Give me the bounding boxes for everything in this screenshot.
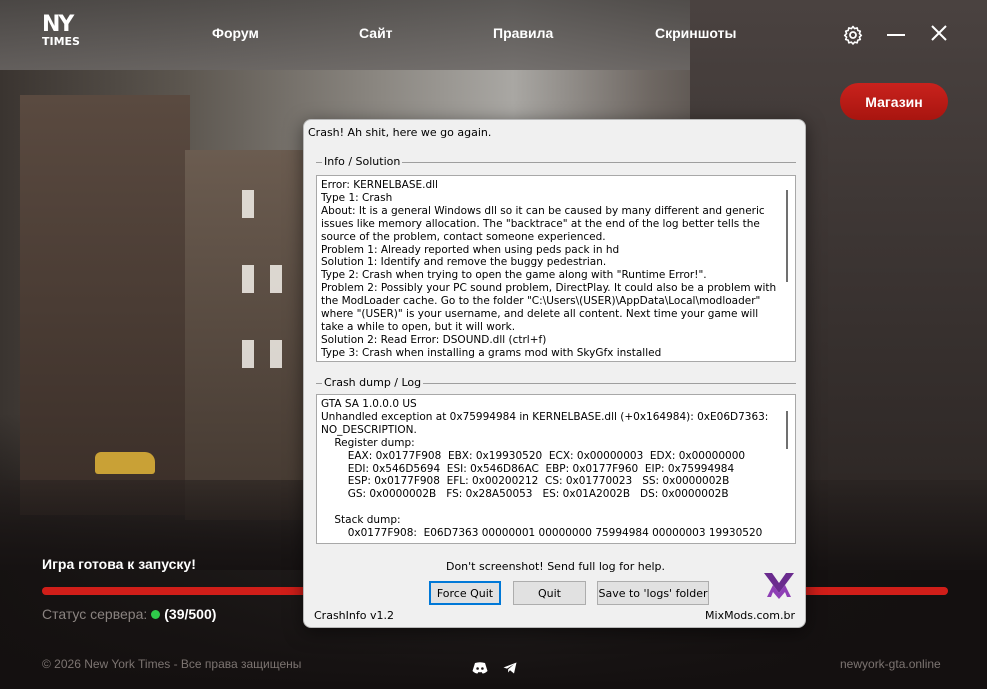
discord-icon[interactable] — [472, 661, 488, 674]
info-textbox[interactable]: Error: KERNELBASE.dll Type 1: Crash Abou… — [316, 175, 796, 362]
app-logo: NY TIMES — [42, 12, 80, 52]
footer-site-link[interactable]: newyork-gta.online — [840, 657, 941, 671]
log-textbox[interactable]: GTA SA 1.0.0.0 US Unhandled exception at… — [316, 394, 796, 544]
window-decoration — [242, 190, 254, 218]
crash-dialog: Crash! Ah shit, here we go again. Info /… — [303, 119, 806, 628]
info-scrollbar[interactable] — [786, 190, 788, 282]
nav-screenshots[interactable]: Скриншоты — [655, 25, 736, 41]
minimize-icon[interactable] — [887, 34, 905, 36]
nav-site[interactable]: Сайт — [359, 25, 393, 41]
telegram-icon[interactable] — [503, 661, 517, 674]
gear-icon[interactable] — [843, 25, 863, 45]
log-scrollbar[interactable] — [786, 411, 788, 449]
game-ready-status: Игра готова к запуску! — [42, 556, 196, 572]
logo-line2: TIMES — [42, 35, 80, 48]
online-dot-icon — [151, 610, 161, 619]
window-decoration — [270, 265, 282, 293]
close-icon[interactable] — [930, 24, 948, 44]
dialog-title: Crash! Ah shit, here we go again. — [308, 126, 492, 139]
info-group-label: Info / Solution — [322, 155, 403, 168]
quit-button[interactable]: Quit — [513, 581, 586, 605]
window-decoration — [270, 340, 282, 368]
nav-forum[interactable]: Форум — [212, 25, 259, 41]
mixmods-site-link[interactable]: MixMods.com.br — [705, 609, 795, 622]
footer-copyright: © 2026 New York Times - Все права защище… — [42, 657, 302, 671]
info-group: Info / Solution — [316, 155, 796, 168]
shop-button[interactable]: Магазин — [840, 83, 948, 120]
window-decoration — [242, 340, 254, 368]
server-player-count: (39/500) — [164, 606, 217, 622]
screenshot-hint: Don't screenshot! Send full log for help… — [445, 560, 666, 573]
server-status-label: Статус сервера: — [42, 606, 148, 622]
server-status: Статус сервера: (39/500) — [42, 606, 216, 622]
taxi-background — [95, 452, 155, 474]
nav-rules[interactable]: Правила — [493, 25, 553, 41]
save-logs-button[interactable]: Save to 'logs' folder — [597, 581, 709, 605]
force-quit-button[interactable]: Force Quit — [429, 581, 501, 605]
mixmods-logo-icon — [763, 569, 795, 601]
window-decoration — [242, 265, 254, 293]
crashinfo-version: CrashInfo v1.2 — [314, 609, 394, 622]
log-group: Crash dump / Log — [316, 376, 796, 389]
log-group-label: Crash dump / Log — [322, 376, 424, 389]
logo-line1: NY — [42, 12, 74, 37]
